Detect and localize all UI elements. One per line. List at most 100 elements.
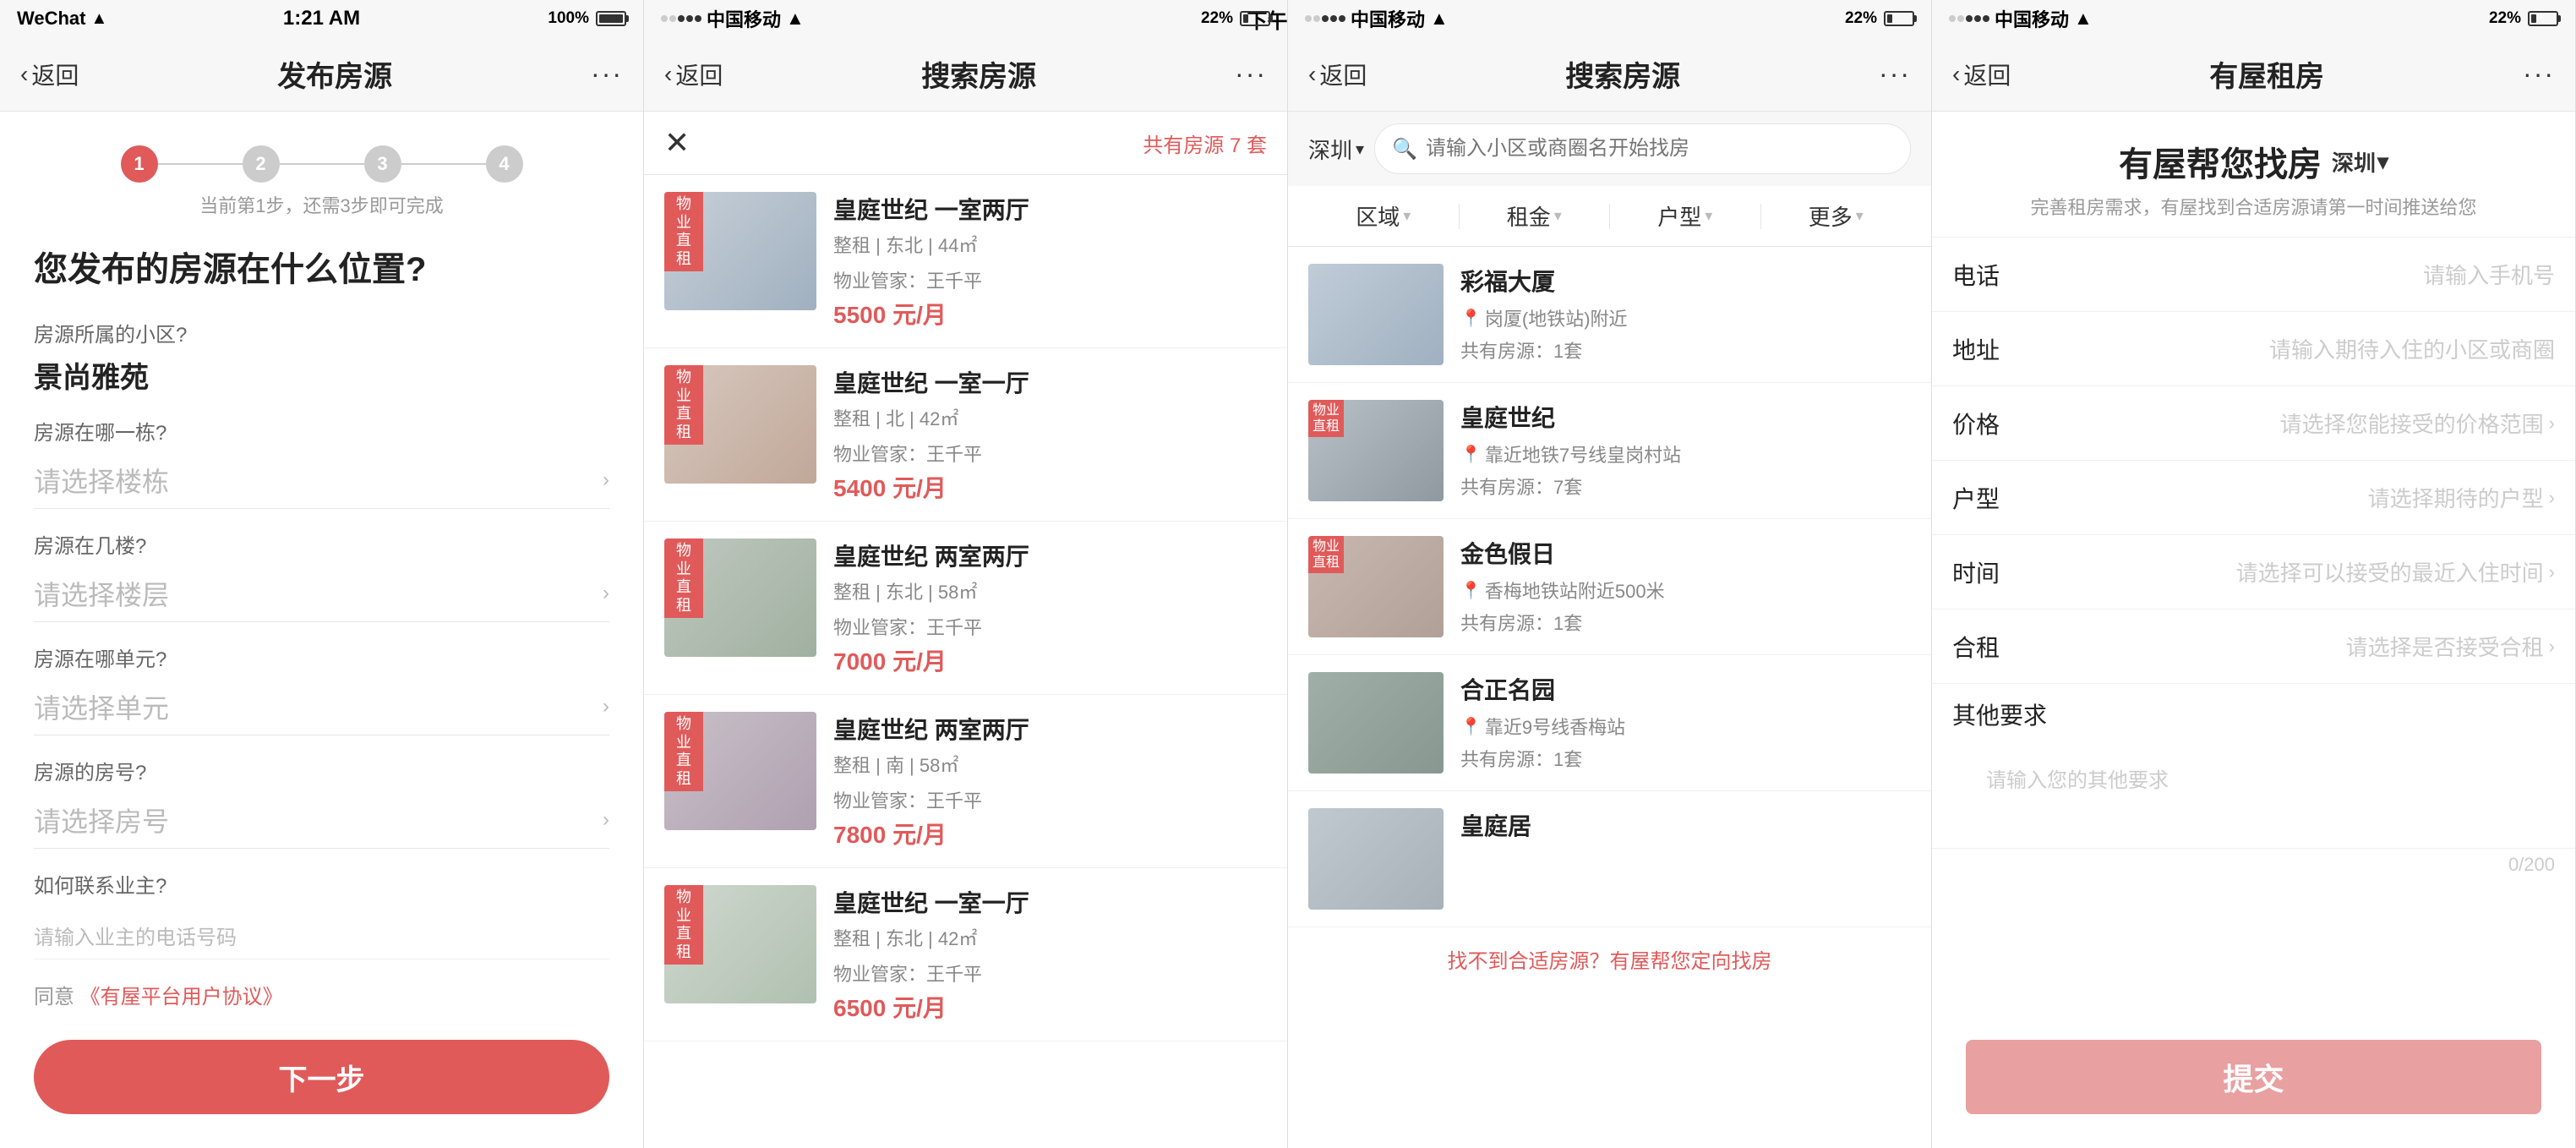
listing-info-1: 皇庭世纪 一室两厅 整租 | 东北 | 44㎡ 物业管家：王千平 5500 元/… — [833, 192, 1267, 331]
form-city-tag[interactable]: 深圳 ▾ — [2332, 146, 2388, 178]
battery-icon-1 — [596, 11, 626, 26]
form-other-req-input[interactable]: 请输入您的其他要求 — [1973, 750, 2575, 834]
status-right-3: 22% — [1845, 9, 1914, 28]
field-building-input[interactable]: 请选择楼栋 › — [34, 452, 609, 509]
form-input-phone[interactable]: 请输入手机号 — [2054, 259, 2555, 290]
wuye-badge-1: 物业直租 — [664, 192, 703, 271]
status-right-2: 22% — [1201, 9, 1270, 28]
city-label: 深圳 — [1308, 134, 1352, 165]
form-input-address[interactable]: 请输入期待入住的小区或商圈 — [2054, 333, 2555, 364]
community-img-bg-5 — [1308, 808, 1444, 910]
chevron-time: › — [2549, 561, 2555, 583]
form-input-shared[interactable]: 请选择是否接受合租 › — [2054, 631, 2555, 662]
form-input-layout[interactable]: 请选择期待的户型 › — [2054, 482, 2555, 513]
chevron-room: › — [603, 808, 609, 832]
community-name-4: 合正名园 — [1460, 672, 1911, 706]
wifi-icon-4: ▲ — [2074, 8, 2093, 30]
status-left-2: 中国移动 ▲ — [661, 5, 805, 32]
chevron-price: › — [2549, 413, 2555, 435]
community-item-3[interactable]: 物业直租 金色假日 📍 香梅地铁站附近500米 共有房源：1套 — [1288, 519, 1931, 655]
field-contact-hint[interactable]: 请输入业主的电话号码 — [34, 905, 609, 959]
field-building[interactable]: 房源在哪一栋? 请选择楼栋 › — [34, 416, 609, 509]
community-name-3: 金色假日 — [1460, 536, 1911, 570]
listing-item[interactable]: 物业直租 皇庭世纪 一室一厅 整租 | 东北 | 42㎡ 物业管家：王千平 65… — [644, 868, 1287, 1041]
more-button-2[interactable]: ··· — [1235, 58, 1267, 90]
listing-agent-1: 物业管家：王千平 — [833, 266, 1267, 293]
next-button[interactable]: 下一步 — [34, 1040, 609, 1114]
nav-bar-1: ‹ 返回 发布房源 ··· — [0, 37, 643, 112]
back-button-2[interactable]: ‹ 返回 — [664, 57, 723, 91]
close-button[interactable]: ✕ — [664, 125, 690, 161]
form-label-phone: 电话 — [1952, 258, 2054, 292]
listing-item[interactable]: 物业直租 皇庭世纪 一室一厅 整租 | 北 | 42㎡ 物业管家：王千平 540… — [644, 348, 1287, 522]
field-unit-input[interactable]: 请选择单元 › — [34, 679, 609, 735]
filter-row: 区域 ▾ 租金 ▾ 户型 ▾ 更多 ▾ — [1288, 186, 1931, 247]
status-right-1: 100% — [548, 9, 626, 28]
filter-area[interactable]: 区域 ▾ — [1308, 200, 1459, 232]
other-req-placeholder: 请输入您的其他要求 — [1986, 769, 2169, 792]
form-row-address: 地址 请输入期待入住的小区或商圈 — [1932, 312, 2575, 386]
form-input-time[interactable]: 请选择可以接受的最近入住时间 › — [2054, 556, 2555, 588]
field-building-placeholder: 请选择楼栋 — [34, 461, 169, 500]
form-main-title-text: 有屋帮您找房 — [2119, 137, 2322, 186]
back-button-4[interactable]: ‹ 返回 — [1952, 57, 2011, 91]
agree-link[interactable]: 《有屋平台用户协议》 — [80, 986, 283, 1009]
filter-type-label: 户型 — [1657, 200, 1701, 232]
field-community-value: 景尚雅苑 — [34, 354, 609, 396]
filter-type[interactable]: 户型 ▾ — [1610, 200, 1760, 232]
chevron-floor: › — [603, 582, 609, 605]
community-count-3: 共有房源：1套 — [1460, 609, 1911, 636]
signal-pct-4: 22% — [2489, 9, 2521, 28]
form-placeholder-address: 请输入期待入住的小区或商圈 — [2269, 333, 2555, 364]
listing-item[interactable]: 物业直租 皇庭世纪 一室两厅 整租 | 东北 | 44㎡ 物业管家：王千平 55… — [644, 175, 1287, 348]
more-button-3[interactable]: ··· — [1879, 58, 1911, 90]
loc-pin-3: 📍 — [1460, 580, 1482, 601]
more-button-1[interactable]: ··· — [591, 58, 623, 90]
field-floor-input[interactable]: 请选择楼层 › — [34, 566, 609, 622]
community-img-5 — [1308, 808, 1444, 910]
back-button-3[interactable]: ‹ 返回 — [1308, 57, 1367, 91]
filter-more[interactable]: 更多 ▾ — [1761, 200, 1912, 232]
panel4-youwu-rental: 中国移动 ▲ 下午4:40 22% ‹ 返回 有屋租房 ··· 有屋帮您找房 深… — [1932, 0, 2576, 1148]
community-item-4[interactable]: 合正名园 📍 靠近9号线香梅站 共有房源：1套 — [1288, 655, 1931, 791]
more-button-4[interactable]: ··· — [2523, 58, 2555, 90]
field-room-label: 房源的房号? — [34, 756, 609, 785]
battery-label-1: 100% — [548, 9, 589, 28]
submit-button[interactable]: 提交 — [1966, 1040, 2541, 1114]
result-prefix: 共有房源 — [1143, 134, 1224, 157]
filter-type-chevron: ▾ — [1705, 207, 1712, 225]
step-line-3 — [401, 163, 486, 165]
community-loc-text-1: 岗厦(地铁站)附近 — [1485, 304, 1628, 331]
no-result-hint[interactable]: 找不到合适房源？有屋帮您定向找房 — [1288, 927, 1931, 991]
field-floor-placeholder: 请选择楼层 — [34, 574, 169, 613]
status-bar-3: 中国移动 ▲ 下午4:39 22% — [1288, 0, 1931, 37]
field-room[interactable]: 房源的房号? 请选择房号 › — [34, 756, 609, 849]
panel1-content: 1 2 3 4 当前第1步，还需3步即可完成 您发布的房源在什么位置? 房源所属… — [0, 112, 643, 1148]
form-main-title-row: 有屋帮您找房 深圳 ▾ — [1952, 137, 2555, 186]
field-unit[interactable]: 房源在哪单元? 请选择单元 › — [34, 642, 609, 735]
city-tag[interactable]: 深圳 ▾ — [1308, 134, 1364, 165]
community-img-3: 物业直租 — [1308, 536, 1444, 637]
back-chevron-3: ‹ — [1308, 61, 1316, 88]
form-placeholder-layout: 请选择期待的户型 — [2368, 482, 2544, 513]
time-1: 1:21 AM — [283, 7, 360, 30]
filter-rent[interactable]: 租金 ▾ — [1460, 200, 1610, 232]
listing-item[interactable]: 物业直租 皇庭世纪 两室两厅 整租 | 东北 | 58㎡ 物业管家：王千平 70… — [644, 522, 1287, 695]
community-img-1 — [1308, 264, 1444, 365]
field-room-input[interactable]: 请选择房号 › — [34, 792, 609, 849]
form-input-price[interactable]: 请选择您能接受的价格范围 › — [2054, 407, 2555, 439]
community-item-5[interactable]: 皇庭居 — [1288, 791, 1931, 927]
search-input-box[interactable]: 🔍 — [1374, 123, 1911, 174]
panel3-search-community: 中国移动 ▲ 下午4:39 22% ‹ 返回 搜索房源 ··· 深圳 ▾ 🔍 — [1288, 0, 1932, 1148]
listing-image-4: 物业直租 — [664, 712, 816, 830]
community-item-2[interactable]: 物业直租 皇庭世纪 📍 靠近地铁7号线皇岗村站 共有房源：7套 — [1288, 383, 1931, 519]
listing-sub-1: 整租 | 东北 | 44㎡ — [833, 231, 1267, 258]
form-row-time: 时间 请选择可以接受的最近入住时间 › — [1932, 535, 2575, 610]
field-floor[interactable]: 房源在几楼? 请选择楼层 › — [34, 529, 609, 622]
listing-item[interactable]: 物业直租 皇庭世纪 两室两厅 整租 | 南 | 58㎡ 物业管家：王千平 780… — [644, 695, 1287, 868]
community-item-1[interactable]: 彩福大厦 📍 岗厦(地铁站)附近 共有房源：1套 — [1288, 247, 1931, 383]
listing-title-3: 皇庭世纪 两室两厅 — [833, 538, 1267, 572]
search-input[interactable] — [1426, 137, 1893, 161]
agree-row: 同意 《有屋平台用户协议》 — [34, 980, 609, 1009]
back-button-1[interactable]: ‹ 返回 — [20, 57, 79, 91]
